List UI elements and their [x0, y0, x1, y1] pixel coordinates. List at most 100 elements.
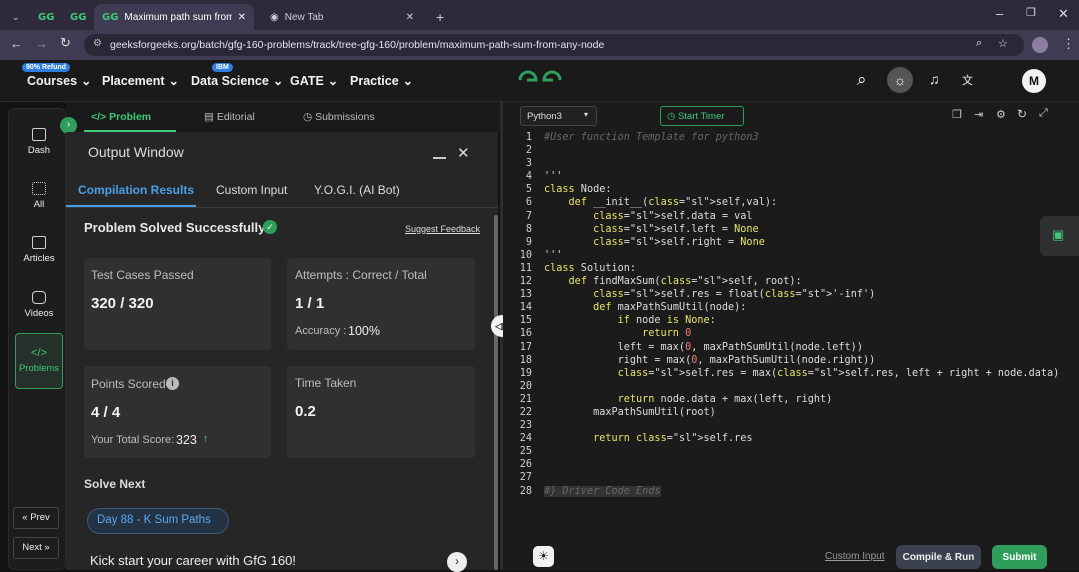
window-close-icon[interactable]: ✕ [1058, 6, 1069, 22]
suggest-feedback-link[interactable]: Suggest Feedback [405, 224, 480, 234]
total-score-label: Your Total Score: [91, 434, 175, 446]
code-line[interactable]: 25 [514, 445, 1034, 458]
copy-icon[interactable]: ❐ [952, 108, 962, 121]
lightbulb-icon[interactable]: ☀ [533, 546, 554, 567]
code-line[interactable]: 22 maxPathSumUtil(root) [514, 406, 1034, 419]
rail-articles[interactable]: Articles [8, 236, 70, 264]
reload-icon[interactable]: ↻ [60, 35, 71, 51]
language-select[interactable]: Python3 ▾ [520, 106, 597, 126]
rail-dash[interactable]: Dash [8, 128, 70, 156]
line-number: 26 [519, 459, 532, 471]
code-line[interactable]: 8 class="sl">self.left = None [514, 223, 1034, 236]
fullscreen-icon[interactable]: ⤢ [1039, 107, 1048, 120]
forward-icon[interactable]: → [35, 36, 48, 51]
code-line[interactable]: 18 right = max(0, maxPathSumUtil(node.ri… [514, 354, 1034, 367]
minimize-icon[interactable]: – [996, 6, 1003, 21]
tab-compilation-results[interactable]: Compilation Results [78, 183, 194, 197]
total-score-value: 323 [176, 433, 197, 447]
rail-problems[interactable]: </> Problems [8, 347, 70, 374]
close-icon[interactable]: ✕ [457, 144, 470, 162]
settings-icon[interactable]: ⚙ [996, 108, 1006, 121]
browser-menu-icon[interactable]: ⋮ [1062, 36, 1075, 52]
reset-icon[interactable]: ↻ [1017, 107, 1027, 121]
zoom-icon[interactable]: ⌕ [976, 37, 982, 50]
start-timer-button[interactable]: ◷ Start Timer [660, 106, 744, 126]
code-line[interactable]: 2 [514, 144, 1034, 157]
browser-tab-active[interactable]: GG Maximum path sum from any n ✕ [94, 4, 254, 30]
import-icon[interactable]: ⇥ [974, 108, 983, 121]
code-line[interactable]: 3 [514, 157, 1034, 170]
site-info-icon[interactable]: ⚙ [93, 38, 102, 49]
info-icon[interactable]: i [166, 377, 179, 390]
bookmark-star-icon[interactable]: ☆ [998, 37, 1008, 50]
theme-toggle-icon[interactable]: ☼ [887, 67, 913, 93]
url-field[interactable]: ⚙ geeksforgeeks.org/batch/gfg-160-proble… [84, 34, 1024, 56]
nav-courses[interactable]: Courses ⌄ [27, 73, 92, 89]
browser-tab-1[interactable]: GG [30, 4, 58, 30]
code-line[interactable]: 16 return 0 [514, 327, 1034, 340]
code-icon: </> [31, 347, 47, 359]
code-line[interactable]: 14 def maxPathSumUtil(node): [514, 301, 1034, 314]
code-area[interactable]: 1 #User function Template for python3 2 3 4 '… [514, 131, 1060, 498]
close-icon[interactable]: ✕ [238, 12, 246, 23]
rail-videos[interactable]: Videos [8, 291, 70, 319]
code-line[interactable]: 27 [514, 471, 1034, 484]
rail-all[interactable]: All [8, 182, 70, 210]
tab-search-button[interactable]: ⌄ [4, 4, 26, 30]
gfg-logo-icon[interactable] [516, 68, 564, 92]
code-line[interactable]: 15 if node is None: [514, 314, 1034, 327]
code-line[interactable]: 19 class="sl">self.res = max(class="sl">… [514, 367, 1060, 380]
code-line[interactable]: 1 #User function Template for python3 [514, 131, 1034, 144]
search-icon[interactable]: ⌕ [857, 70, 867, 90]
code-line[interactable]: 9 class="sl">self.right = None [514, 236, 1034, 249]
tab-submissions[interactable]: ◷ Submissions [303, 111, 375, 123]
tab-custom-input[interactable]: Custom Input [216, 183, 287, 197]
code-line[interactable]: 11 class Solution: [514, 262, 1034, 275]
tab-problem[interactable]: </> Problem [91, 111, 151, 123]
code-line[interactable]: 28 #} Driver Code Ends [514, 485, 1034, 498]
code-line[interactable]: 12 def findMaxSum(class="sl">self, root)… [514, 275, 1034, 288]
tab-yogi[interactable]: Y.O.G.I. (AI Bot) [314, 183, 400, 197]
scrollbar[interactable] [494, 215, 498, 570]
code-line[interactable]: 23 [514, 419, 1034, 432]
custom-input-link[interactable]: Custom Input [825, 551, 884, 562]
submit-button[interactable]: Submit [992, 545, 1047, 569]
chevron-down-icon: ⌄ [272, 74, 284, 88]
line-number: 1 [525, 132, 532, 143]
code-line[interactable]: 5 class Node: [514, 183, 1034, 196]
code-line[interactable]: 20 [514, 380, 1034, 393]
avatar[interactable]: M [1022, 69, 1046, 93]
close-icon[interactable]: ✕ [406, 12, 414, 23]
code-line[interactable]: 26 [514, 458, 1034, 471]
next-button[interactable]: Next » [13, 537, 59, 559]
bell-icon[interactable]: ♫ [929, 71, 940, 87]
nav-placement[interactable]: Placement ⌄ [102, 73, 179, 89]
line-text: class="sl">self.res = float(class="st">'… [593, 289, 876, 301]
code-line[interactable]: 13 class="sl">self.res = float(class="st… [514, 288, 1034, 301]
new-tab-button[interactable]: + [428, 4, 452, 30]
chevron-right-icon[interactable]: › [447, 552, 467, 572]
compile-run-button[interactable]: Compile & Run [896, 545, 981, 569]
code-line[interactable]: 17 left = max(0, maxPathSumUtil(node.lef… [514, 341, 1034, 354]
browser-tab-2[interactable]: GG [62, 4, 90, 30]
translate-icon[interactable]: 文 [962, 72, 973, 88]
code-line[interactable]: 7 class="sl">self.data = val [514, 210, 1034, 223]
back-icon[interactable]: ← [10, 36, 23, 51]
code-line[interactable]: 10 ''' [514, 249, 1034, 262]
nav-data-science[interactable]: Data Science ⌄ [191, 73, 284, 89]
profile-icon[interactable] [1032, 37, 1048, 53]
code-line[interactable]: 6 def __init__(class="sl">self,val): [514, 196, 1034, 209]
code-line[interactable]: 24 return class="sl">self.res [514, 432, 1034, 445]
browser-tab-newtab[interactable]: ◉ New Tab ✕ [262, 4, 422, 30]
nav-gate[interactable]: GATE ⌄ [290, 73, 338, 89]
line-number: 19 [519, 367, 532, 379]
minimize-icon[interactable] [433, 157, 446, 159]
code-line[interactable]: 4 ''' [514, 170, 1034, 183]
nav-practice[interactable]: Practice ⌄ [350, 73, 413, 89]
tab-editorial[interactable]: ▤ Editorial [204, 111, 255, 123]
maximize-icon[interactable]: ❐ [1026, 6, 1036, 19]
caret-down-icon: ▾ [583, 110, 588, 119]
prev-button[interactable]: « Prev [13, 507, 59, 529]
code-line[interactable]: 21 return node.data + max(left, right) [514, 393, 1034, 406]
line-number: 20 [519, 380, 532, 392]
